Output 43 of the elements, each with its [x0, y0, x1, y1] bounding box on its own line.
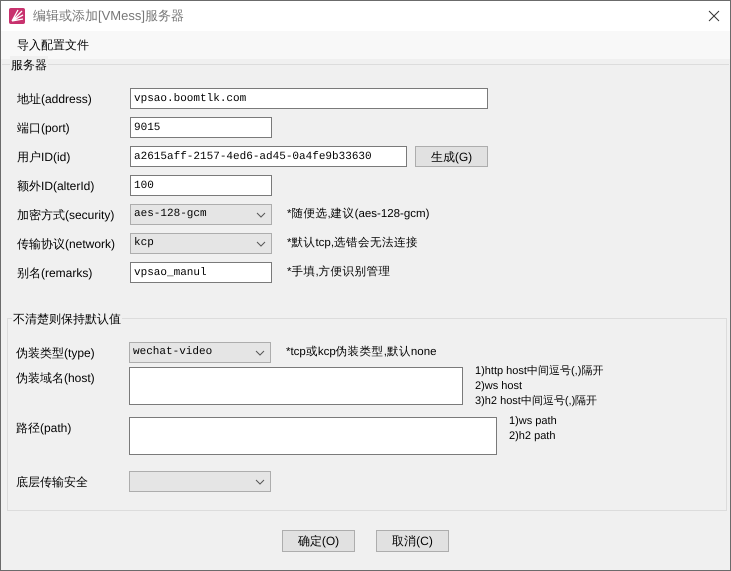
field-label: 额外ID(alterId): [17, 178, 96, 194]
text-field[interactable]: vpsao_manul: [130, 262, 272, 283]
text-field[interactable]: a2615aff-2157-4ed6-ad45-0a4fe9b33630: [130, 146, 407, 167]
text-area[interactable]: [129, 417, 497, 455]
chevron-down-icon: [256, 212, 266, 218]
window-title: 编辑或添加[VMess]服务器: [33, 7, 184, 26]
field-label: 路径(path): [16, 420, 72, 437]
hint-text: 2)h2 path: [509, 429, 556, 444]
hint-text: *随便选,建议(aes-128-gcm): [287, 206, 430, 222]
dropdown[interactable]: kcp: [130, 233, 272, 254]
field-label: 伪装类型(type): [16, 344, 96, 362]
text-field[interactable]: 9015: [130, 117, 272, 138]
dialog-button[interactable]: 确定(O): [282, 530, 355, 552]
text-field[interactable]: vpsao.boomtlk.com: [130, 88, 488, 109]
hint-text: *tcp或kcp伪装类型,默认none: [286, 344, 436, 360]
generate-button[interactable]: 生成(G): [415, 146, 488, 167]
field-label: 伪装域名(host): [16, 370, 96, 387]
chevron-down-icon: [255, 478, 265, 484]
group-title: 不清楚则保持默认值: [12, 310, 122, 328]
chevron-down-icon: [255, 350, 265, 356]
app-logo-icon: [9, 8, 25, 24]
field-label: 端口(port): [17, 120, 71, 136]
dropdown[interactable]: aes-128-gcm: [130, 204, 272, 225]
text-field[interactable]: 100: [130, 175, 272, 196]
group-title: 服务器: [10, 56, 48, 74]
text-area[interactable]: [129, 367, 463, 405]
hint-text: 1)http host中间逗号(,)隔开: [475, 364, 604, 379]
dropdown[interactable]: wechat-video: [129, 342, 271, 363]
field-label: 地址(address): [17, 90, 93, 108]
close-icon[interactable]: [708, 10, 720, 22]
dialog-button[interactable]: 取消(C): [376, 530, 449, 552]
field-label: 用户ID(id): [17, 148, 72, 166]
field-label: 底层传输安全: [16, 474, 89, 490]
field-label: 加密方式(security): [17, 206, 116, 224]
hint-text: *手填,方便识别管理: [287, 264, 391, 280]
field-label: 传输协议(network): [17, 236, 116, 252]
menu-item[interactable]: 导入配置文件: [9, 36, 97, 54]
chevron-down-icon: [256, 240, 266, 246]
hint-text: 3)h2 host中间逗号(,)隔开: [475, 394, 598, 409]
hint-text: 2)ws host: [475, 379, 524, 394]
field-label: 别名(remarks): [17, 264, 94, 282]
hint-text: 1)ws path: [509, 414, 557, 429]
hint-text: *默认tcp,选错会无法连接: [287, 236, 418, 251]
